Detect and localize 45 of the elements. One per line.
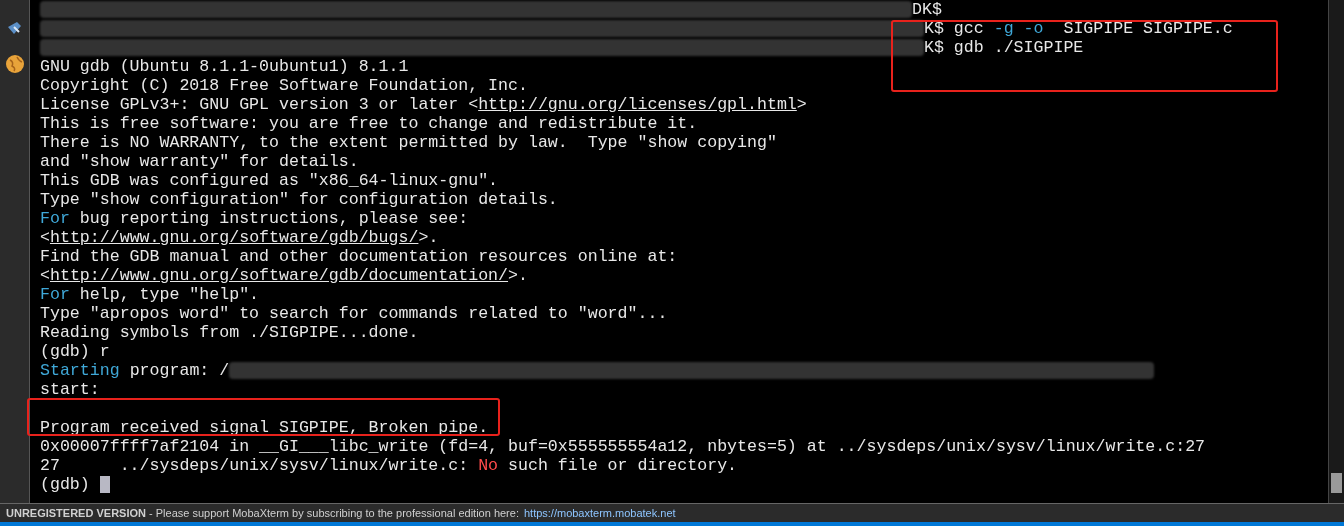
terminal-text: Program received signal SIGPIPE, Broken pipe. (40, 418, 489, 437)
terminal-text: Starting (40, 361, 120, 380)
terminal-text: >. (418, 228, 439, 247)
terminal-text: Reading symbols from ./SIGPIPE...done. (40, 323, 419, 342)
status-label: UNREGISTERED VERSION (6, 505, 146, 521)
terminal-text: program: / (128, 361, 230, 380)
terminal-text: 27 ../sysdeps/unix/sysv/linux/write.c: (40, 456, 470, 475)
terminal-link[interactable]: http://www.gnu.org/software/gdb/bugs/ (49, 228, 419, 247)
terminal-text: (gdb) r (40, 342, 110, 361)
terminal-text: >. (508, 266, 528, 285)
status-message: - Please support MobaXterm by subscribing to the professional edition here: (148, 505, 519, 521)
terminal-text: -g -o (993, 19, 1044, 38)
terminal-text: There is NO WARRANTY, to the extent permitted by law. Type "show copying" (40, 133, 777, 152)
scrollbar-thumb[interactable] (1331, 473, 1342, 493)
terminal-text: < (40, 266, 50, 285)
terminal-text: License GPLv3+: GNU GPL version 3 or later < (40, 95, 479, 114)
terminal-text: such file or directory. (507, 456, 738, 475)
terminal-text: > (796, 95, 807, 114)
globe-icon[interactable] (4, 54, 25, 74)
terminal-text: and "show warranty" for details. (40, 152, 359, 171)
terminal-text: start: (40, 380, 100, 399)
terminal-text: Copyright (C) 2018 Free Software Foundation, Inc. (40, 76, 528, 95)
scrollbar[interactable] (1328, 0, 1344, 503)
terminal-text: DK$ (912, 0, 942, 19)
terminal-text: No (478, 456, 499, 475)
terminal-text: This is free software: you are free to change and redistribute it. (40, 114, 698, 133)
text-cursor (99, 476, 110, 493)
terminal-text: For (40, 285, 70, 304)
terminal-text: bug reporting instructions, please see: (78, 209, 469, 228)
terminal-text: For (40, 209, 70, 228)
terminal-text: SIGPIPE SIGPIPE.c (1062, 19, 1233, 38)
terminal-text: K$ gcc (924, 19, 985, 38)
terminal-link[interactable]: http://gnu.org/licenses/gpl.html (478, 95, 797, 114)
website-link[interactable]: https://mobaxterm.mobatek.net (523, 504, 676, 522)
terminal-text: Type "apropos word" to search for commands related to "word"... (40, 304, 668, 323)
terminal-text: K$ gdb ./SIGPIPE (924, 38, 1084, 57)
terminal-text: < (40, 228, 50, 247)
terminal-link[interactable]: http://www.gnu.org/software/gdb/documentation/ (49, 266, 509, 285)
terminal-text: help, type "help". (78, 285, 260, 304)
terminal-text: 0x00007ffff7af2104 in __GI___libc_write (fd=4, buf=0x555555554a12, nbytes=5) at ../sysdeps/unix/sysv/linux/write.c:27 (40, 437, 1206, 456)
terminal-text: This GDB was configured as "x86_64-linux-gnu". (40, 171, 499, 190)
terminal-text: (gdb) (40, 475, 91, 494)
terminal-text: Type "show configuration" for configuration details. (40, 190, 558, 209)
terminal-text: GNU gdb (Ubuntu 8.1.1-0ubuntu1) 8.1.1 (40, 57, 409, 76)
terminal-text: Find the GDB manual and other documentation resources online at: (40, 247, 678, 266)
